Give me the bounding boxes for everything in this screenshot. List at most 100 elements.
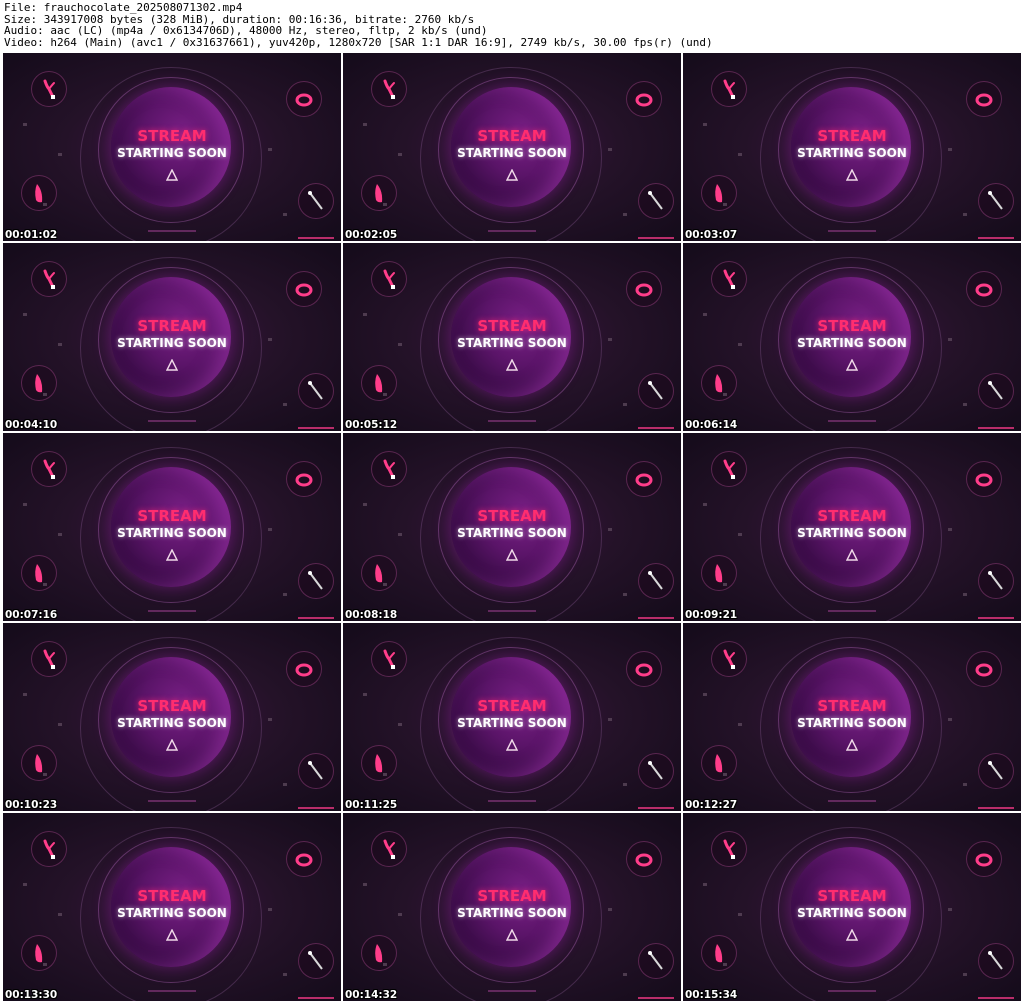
- wand-toy-icon: [978, 943, 1014, 979]
- debris: [723, 203, 727, 206]
- debris: [23, 123, 27, 126]
- stream-title: STREAM: [817, 507, 887, 525]
- video-thumbnail-6[interactable]: STREAM STARTING SOON 00:06:14: [683, 243, 1021, 431]
- debris: [23, 503, 27, 506]
- hud-bar-accent: [298, 237, 334, 239]
- stream-title: STREAM: [137, 317, 207, 335]
- bullet-toy-icon: [701, 175, 737, 211]
- video-thumbnail-11[interactable]: STREAM STARTING SOON 00:11:25: [343, 623, 681, 811]
- debris: [268, 718, 272, 721]
- hud-bar: [148, 420, 196, 422]
- video-thumbnail-1[interactable]: STREAM STARTING SOON 00:01:02: [3, 53, 341, 241]
- timestamp: 00:15:34: [685, 989, 738, 1001]
- debris: [738, 533, 742, 536]
- video-thumbnail-2[interactable]: STREAM STARTING SOON 00:02:05: [343, 53, 681, 241]
- egg-toy-icon: [966, 841, 1002, 877]
- triangle-play-icon: [506, 929, 518, 941]
- debris: [608, 528, 612, 531]
- thumbnail-grid: STREAM STARTING SOON 00:01:02 STREAM STA…: [3, 53, 1023, 1002]
- video-thumbnail-8[interactable]: STREAM STARTING SOON 00:08:18: [343, 433, 681, 621]
- debris: [963, 403, 967, 406]
- timestamp: 00:04:10: [5, 419, 58, 431]
- egg-toy-icon: [286, 461, 322, 497]
- debris: [58, 343, 62, 346]
- bullet-toy-icon: [701, 365, 737, 401]
- timestamp: 00:02:05: [345, 229, 398, 241]
- wand-toy-icon: [978, 753, 1014, 789]
- video-thumbnail-4[interactable]: STREAM STARTING SOON 00:04:10: [3, 243, 341, 431]
- debris: [43, 393, 47, 396]
- rabbit-toy-icon: [711, 71, 747, 107]
- egg-toy-icon: [626, 81, 662, 117]
- triangle-play-icon: [506, 739, 518, 751]
- timestamp: 00:14:32: [345, 989, 398, 1001]
- egg-toy-icon: [286, 271, 322, 307]
- file-info-header: File: frauchocolate_202508071302.mp4 Size…: [0, 0, 1024, 52]
- egg-toy-icon: [966, 271, 1002, 307]
- stream-title: STREAM: [817, 127, 887, 145]
- debris: [363, 503, 367, 506]
- debris: [738, 913, 742, 916]
- stream-title: STREAM: [817, 697, 887, 715]
- video-thumbnail-14[interactable]: STREAM STARTING SOON 00:14:32: [343, 813, 681, 1001]
- debris: [398, 913, 402, 916]
- debris: [23, 883, 27, 886]
- video-thumbnail-10[interactable]: STREAM STARTING SOON 00:10:23: [3, 623, 341, 811]
- debris: [268, 528, 272, 531]
- debris: [283, 973, 287, 976]
- debris: [58, 153, 62, 156]
- hud-bar-accent: [978, 617, 1014, 619]
- video-thumbnail-5[interactable]: STREAM STARTING SOON 00:05:12: [343, 243, 681, 431]
- hud-bar: [828, 990, 876, 992]
- bullet-toy-icon: [21, 365, 57, 401]
- hud-bar: [488, 990, 536, 992]
- triangle-play-icon: [506, 549, 518, 561]
- debris: [963, 213, 967, 216]
- video-thumbnail-12[interactable]: STREAM STARTING SOON 00:12:27: [683, 623, 1021, 811]
- triangle-play-icon: [506, 359, 518, 371]
- debris: [398, 343, 402, 346]
- wand-toy-icon: [298, 183, 334, 219]
- bullet-toy-icon: [21, 175, 57, 211]
- video-thumbnail-3[interactable]: STREAM STARTING SOON 00:03:07: [683, 53, 1021, 241]
- debris: [58, 533, 62, 536]
- hud-bar-accent: [638, 427, 674, 429]
- hud-bar-accent: [298, 617, 334, 619]
- hud-bar: [828, 800, 876, 802]
- video-thumbnail-9[interactable]: STREAM STARTING SOON 00:09:21: [683, 433, 1021, 621]
- debris: [623, 973, 627, 976]
- stream-title: STREAM: [477, 887, 547, 905]
- video-thumbnail-15[interactable]: STREAM STARTING SOON 00:15:34: [683, 813, 1021, 1001]
- timestamp: 00:09:21: [685, 609, 738, 621]
- debris: [723, 583, 727, 586]
- debris: [363, 123, 367, 126]
- video-thumbnail-13[interactable]: STREAM STARTING SOON 00:13:30: [3, 813, 341, 1001]
- debris: [43, 963, 47, 966]
- stream-title: STREAM: [137, 507, 207, 525]
- hud-bar-accent: [638, 617, 674, 619]
- egg-toy-icon: [966, 651, 1002, 687]
- audio-info-line: Audio: aac (LC) (mp4a / 0x6134706D), 480…: [4, 24, 488, 37]
- debris: [948, 908, 952, 911]
- timestamp: 00:01:02: [5, 229, 58, 241]
- debris: [608, 148, 612, 151]
- egg-toy-icon: [966, 461, 1002, 497]
- rabbit-toy-icon: [711, 641, 747, 677]
- rabbit-toy-icon: [31, 641, 67, 677]
- video-thumbnail-7[interactable]: STREAM STARTING SOON 00:07:16: [3, 433, 341, 621]
- wand-toy-icon: [978, 183, 1014, 219]
- rabbit-toy-icon: [31, 831, 67, 867]
- hud-bar: [488, 800, 536, 802]
- starting-soon-subtitle: STARTING SOON: [797, 716, 907, 730]
- debris: [363, 313, 367, 316]
- hud-bar-accent: [978, 427, 1014, 429]
- bullet-toy-icon: [361, 555, 397, 591]
- hud-bar-accent: [638, 807, 674, 809]
- starting-soon-subtitle: STARTING SOON: [797, 526, 907, 540]
- rabbit-toy-icon: [371, 451, 407, 487]
- debris: [948, 718, 952, 721]
- triangle-play-icon: [846, 739, 858, 751]
- debris: [948, 148, 952, 151]
- rabbit-toy-icon: [31, 71, 67, 107]
- starting-soon-subtitle: STARTING SOON: [457, 336, 567, 350]
